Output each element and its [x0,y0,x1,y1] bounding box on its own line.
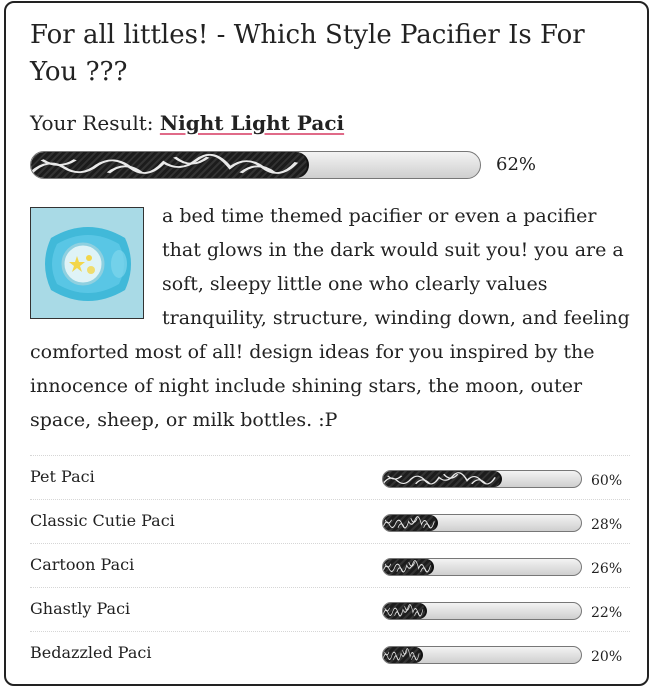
result-row-bar [382,470,582,488]
result-row: Cartoon Paci 26% [30,543,630,587]
result-row-label: Ghastly Paci [30,599,131,618]
result-name: Night Light Paci [159,111,345,135]
result-prefix: Your Result: [30,111,160,135]
result-row-percent: 60% [591,473,623,489]
result-description: a bed time themed pacifier or even a pac… [30,199,630,437]
result-row-percent: 28% [591,517,623,533]
result-row: Classic Cutie Paci 28% [30,499,630,543]
result-row-label: Cartoon Paci [30,555,135,574]
result-heading: Your Result: Night Light Paci [30,109,344,137]
result-row-label: Classic Cutie Paci [30,511,175,530]
result-row-label: Bedazzled Paci [30,643,152,662]
result-row-bar [382,602,582,620]
result-row-label: Pet Paci [30,467,95,486]
result-row-percent: 26% [591,561,623,577]
quiz-title: For all littles! - Which Style Pacifier … [30,20,585,87]
result-row-percent: 22% [591,605,623,621]
result-percent: 62% [496,154,537,175]
result-progress-bar [30,151,481,179]
result-row-fill [383,471,502,487]
quiz-result-card: For all littles! - Which Style Pacifier … [4,1,649,686]
result-row-fill [383,647,423,663]
result-row: Ghastly Paci 22% [30,587,630,631]
result-row-bar [382,514,582,532]
result-row-fill [383,515,439,531]
result-row-bar [382,646,582,664]
result-row-bar [382,558,582,576]
result-row-percent: 20% [591,649,623,665]
result-row-fill [383,559,435,575]
result-row-fill [383,603,427,619]
result-row: Pet Paci 60% [30,455,630,499]
result-progress-fill [31,152,310,178]
result-row: Bedazzled Paci 20% [30,631,630,675]
other-results-list: Pet Paci 60% Classic Cutie Paci 28% Cart… [30,455,630,675]
